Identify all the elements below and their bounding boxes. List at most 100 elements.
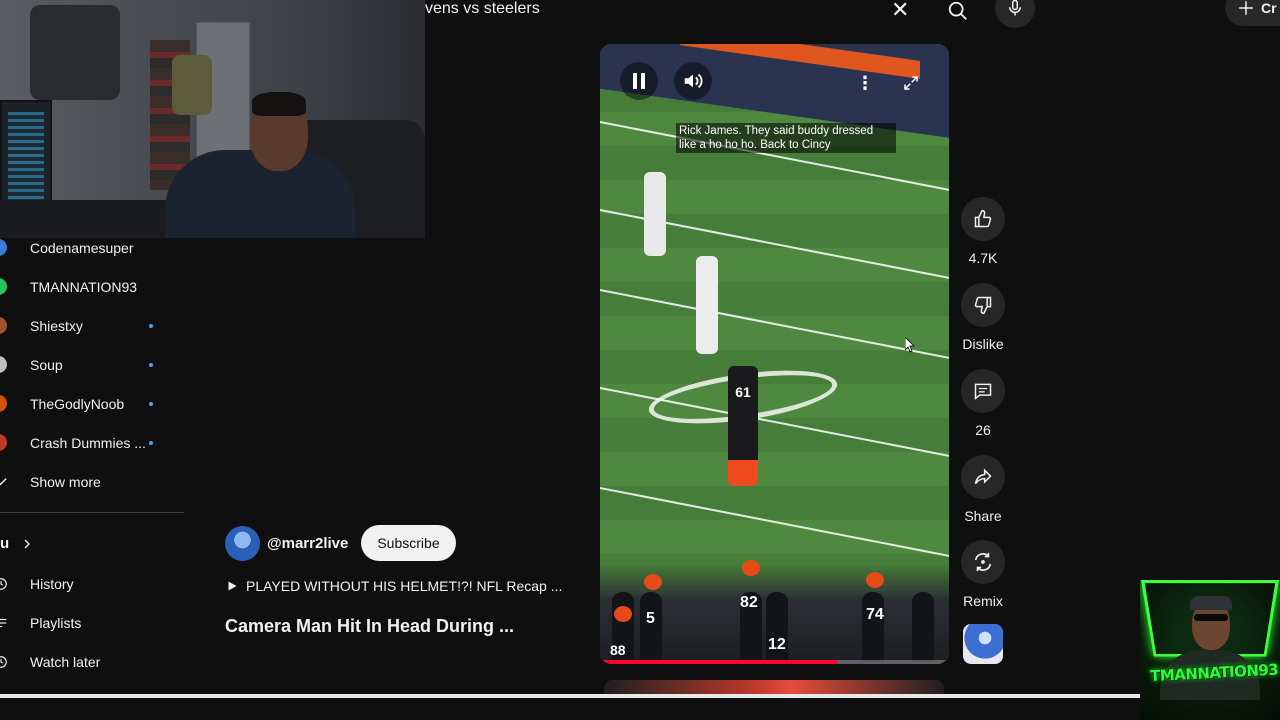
- webcam-person-hair: [252, 92, 306, 116]
- subscription-label: Crash Dummies ...: [30, 434, 146, 451]
- sideline-player: [912, 592, 934, 662]
- new-content-dot: [149, 440, 153, 445]
- dislike-button[interactable]: Dislike: [961, 283, 1005, 352]
- avatar: [0, 395, 7, 412]
- like-button[interactable]: 4.7K: [961, 197, 1005, 266]
- new-content-dot: [149, 362, 153, 367]
- remix-label: Remix: [963, 593, 1003, 609]
- player-white-1: [644, 172, 666, 256]
- create-button[interactable]: Cr: [1225, 0, 1280, 26]
- avatar: [0, 356, 7, 373]
- play-icon: [228, 581, 237, 591]
- jersey-number: 5: [646, 610, 655, 627]
- video-caption: Rick James. They said buddy dressed like…: [676, 123, 896, 153]
- sidebar-divider: [0, 512, 184, 513]
- playlists-icon: [0, 618, 7, 627]
- avatar[interactable]: [225, 525, 260, 561]
- microphone-icon: [1009, 0, 1021, 16]
- show-more-label: Show more: [30, 473, 101, 490]
- helmet: [866, 572, 884, 588]
- more-vertical-icon: ⋮: [856, 72, 874, 93]
- more-options-button[interactable]: ⋮: [850, 68, 880, 98]
- previous-short-channel-row: @marr2live Subscribe: [225, 525, 456, 561]
- linked-video-title: PLAYED WITHOUT HIS HELMET!?! NFL Recap .…: [246, 578, 563, 594]
- avatar: [0, 278, 7, 295]
- sidebar-subscription-soup[interactable]: Soup: [0, 345, 184, 384]
- expand-icon: [904, 76, 918, 90]
- avatar: [0, 434, 7, 451]
- search-icon: [948, 1, 967, 20]
- shorts-video-player[interactable]: 61 5 82 12 74 88 Rick James. They said b…: [600, 44, 949, 664]
- new-content-dot: [149, 401, 153, 406]
- subscription-label: Codenamesuper: [30, 239, 134, 256]
- comment-count: 26: [975, 422, 991, 438]
- previous-short-title[interactable]: Camera Man Hit In Head During ...: [225, 616, 514, 637]
- channel-logo-overlay: TMANNATION93: [1140, 580, 1280, 720]
- sidebar-item-playlists[interactable]: Playlists: [0, 603, 184, 642]
- you-heading-label: u: [0, 535, 10, 552]
- sidebar-item-history[interactable]: History: [0, 564, 184, 603]
- sidebar-you-heading[interactable]: u: [0, 535, 33, 552]
- jersey-number: 88: [610, 642, 626, 658]
- sidebar-item-watch-later[interactable]: Watch later: [0, 642, 184, 681]
- subscription-label: TheGodlyNoob: [30, 395, 125, 412]
- logo-figure-cap: [1190, 596, 1232, 610]
- voice-search-button[interactable]: [995, 0, 1035, 28]
- thumbs-down-icon: [974, 296, 992, 315]
- top-search-bar: vens vs steelers ✕ Cr: [425, 0, 1280, 28]
- search-input[interactable]: vens vs steelers: [425, 0, 540, 18]
- watch-later-icon: [0, 655, 7, 668]
- sidebar: Codenamesuper TMANNATION93 Shiestxy Soup…: [0, 238, 184, 720]
- subscription-label: Soup: [30, 356, 63, 373]
- linked-video-row[interactable]: PLAYED WITHOUT HIS HELMET!?! NFL Recap .…: [226, 578, 562, 594]
- sound-source-thumbnail[interactable]: [963, 624, 1003, 664]
- history-icon: [0, 577, 7, 590]
- webcam-overlay: [0, 0, 425, 238]
- volume-button[interactable]: [674, 62, 712, 100]
- webcam-backpack: [172, 55, 212, 115]
- jersey-number: 74: [866, 606, 884, 623]
- sidebar-subscription-tmannation93[interactable]: TMANNATION93: [0, 267, 184, 306]
- subscription-label: Shiestxy: [30, 317, 83, 334]
- remix-button[interactable]: Remix: [961, 540, 1005, 609]
- comment-icon: [974, 383, 992, 401]
- sideline-player: [862, 592, 884, 662]
- jersey-number: 61: [735, 384, 751, 400]
- share-label: Share: [964, 508, 1002, 524]
- like-count: 4.7K: [968, 250, 998, 266]
- pause-icon: [633, 73, 645, 89]
- avatar: [0, 239, 7, 256]
- jersey-number: 82: [740, 594, 758, 611]
- sidebar-subscription-thegodlynoob[interactable]: TheGodlyNoob: [0, 384, 184, 423]
- next-short-preview[interactable]: [604, 680, 944, 694]
- sidebar-show-more[interactable]: Show more: [0, 462, 184, 501]
- new-content-dot: [149, 323, 153, 328]
- sidebar-subscription-crash-dummies[interactable]: Crash Dummies ...: [0, 423, 184, 462]
- channel-handle[interactable]: @marr2live: [267, 535, 348, 552]
- subscription-label: TMANNATION93: [30, 278, 138, 295]
- sidebar-item-label: History: [30, 575, 74, 592]
- mouse-cursor-icon: [905, 337, 915, 353]
- sidebar-item-label: Playlists: [30, 614, 82, 631]
- share-button[interactable]: Share: [961, 455, 1005, 524]
- share-icon: [974, 468, 992, 485]
- helmet: [742, 560, 760, 576]
- create-label: Cr: [1261, 0, 1277, 16]
- helmet: [614, 606, 632, 622]
- fullscreen-button[interactable]: [896, 68, 926, 98]
- player-white-2: [696, 256, 718, 354]
- clear-search-button[interactable]: ✕: [891, 0, 909, 23]
- volume-icon: [684, 73, 703, 89]
- webcam-hanging-bag: [30, 5, 120, 100]
- progress-bar-fill: [600, 660, 838, 664]
- chevron-right-icon: [24, 539, 31, 548]
- remix-icon: [974, 552, 992, 572]
- pause-button[interactable]: [620, 62, 658, 100]
- close-icon: ✕: [891, 0, 910, 22]
- search-button[interactable]: [935, 0, 981, 28]
- sidebar-subscription-shiestxy[interactable]: Shiestxy: [0, 306, 184, 345]
- subscribe-button[interactable]: Subscribe: [361, 525, 456, 561]
- sidebar-subscription-codenamesuper[interactable]: Codenamesuper: [0, 228, 184, 267]
- comments-button[interactable]: 26: [961, 369, 1005, 438]
- dislike-label: Dislike: [962, 336, 1004, 352]
